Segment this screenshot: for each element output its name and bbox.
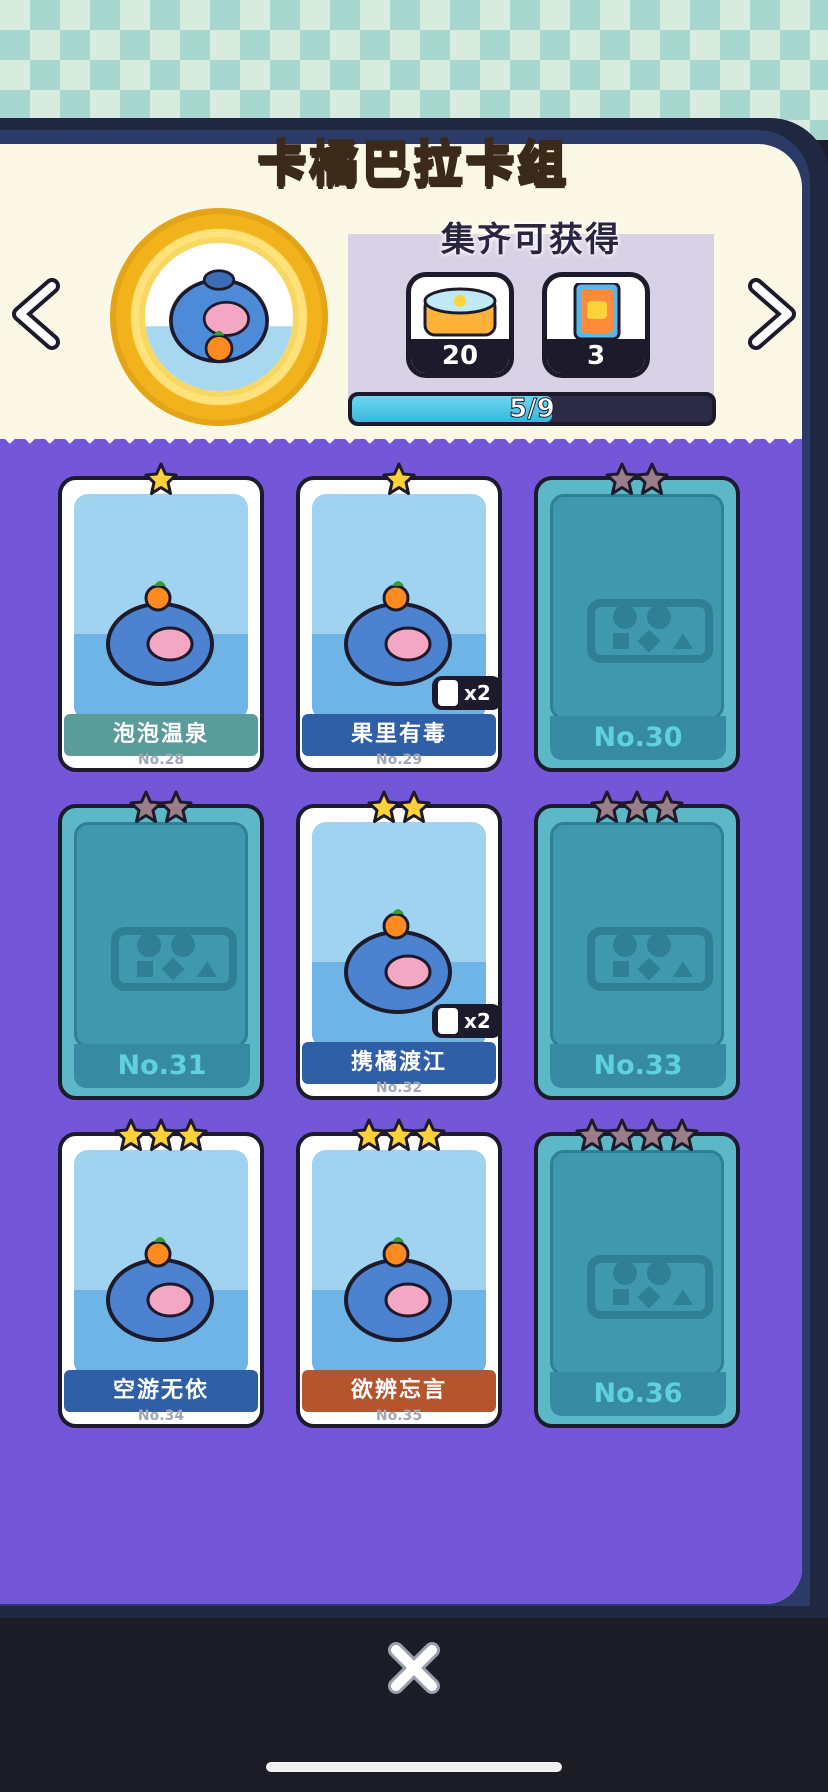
star-icon [620, 790, 654, 824]
duplicate-count: x2 [464, 1009, 491, 1033]
star-icon [412, 1118, 446, 1152]
card-stars [62, 790, 260, 828]
card-icon [438, 680, 458, 706]
locked-logo-icon [587, 599, 713, 663]
reward-chest-count: 20 [411, 339, 509, 373]
collection-progress-bar: 5/9 [348, 392, 716, 426]
star-icon [575, 1118, 609, 1152]
card-2[interactable]: 果里有毒 No.29 x2 [296, 462, 502, 772]
star-icon [665, 1118, 699, 1152]
star-icon [144, 462, 178, 496]
card-1[interactable]: 泡泡温泉 No.28 [58, 462, 264, 772]
star-icon [352, 1118, 386, 1152]
close-icon [388, 1642, 440, 1694]
card-stars [538, 1118, 736, 1156]
card-number: No.30 [550, 716, 726, 760]
locked-logo-icon [587, 927, 713, 991]
star-icon [382, 462, 416, 496]
capybara-card-art [74, 494, 248, 720]
card-stars [300, 1118, 498, 1156]
star-icon [114, 1118, 148, 1152]
card-number: No.28 [137, 752, 185, 768]
card-icon [438, 1008, 458, 1034]
star-icon [590, 790, 624, 824]
card-stars [300, 462, 498, 500]
star-icon [650, 790, 684, 824]
card-number: No.32 [375, 1080, 423, 1096]
locked-card-art [74, 822, 248, 1048]
reward-card-pack-count: 3 [547, 339, 645, 373]
set-medal [110, 208, 328, 426]
capybara-card-art [74, 1150, 248, 1376]
card-9[interactable]: No.36 [534, 1118, 740, 1428]
chevron-right-icon [748, 278, 796, 350]
card-number: No.29 [375, 752, 423, 768]
card-stars [538, 462, 736, 500]
card-5[interactable]: 携橘渡江 No.32 x2 [296, 790, 502, 1100]
card-6[interactable]: No.33 [534, 790, 740, 1100]
card-8[interactable]: 欲辨忘言 No.35 [296, 1118, 502, 1428]
close-button[interactable] [384, 1638, 444, 1698]
next-set-button[interactable] [740, 278, 800, 350]
card-name: 泡泡温泉 [64, 714, 258, 756]
card-name: 空游无依 [64, 1370, 258, 1412]
zigzag-divider [0, 424, 802, 444]
star-icon [174, 1118, 208, 1152]
duplicate-count-badge: x2 [432, 676, 502, 710]
progress-text: 5/9 [509, 394, 556, 424]
duplicate-count-badge: x2 [432, 1004, 502, 1038]
star-icon [605, 462, 639, 496]
card-stars [300, 790, 498, 828]
card-number: No.36 [550, 1372, 726, 1416]
star-icon [367, 790, 401, 824]
card-name: 携橘渡江 [302, 1042, 496, 1084]
duplicate-count: x2 [464, 681, 491, 705]
page-title: 卡橘巴拉卡组 [256, 135, 570, 194]
card-stars [62, 1118, 260, 1156]
star-icon [144, 1118, 178, 1152]
prev-set-button[interactable] [8, 278, 68, 350]
card-stars [538, 790, 736, 828]
star-icon [159, 790, 193, 824]
card-stars [62, 462, 260, 500]
locked-logo-icon [111, 927, 237, 991]
star-icon [129, 790, 163, 824]
star-icon [382, 1118, 416, 1152]
home-indicator [266, 1762, 562, 1772]
locked-card-art [550, 1150, 724, 1376]
chest-icon [423, 287, 497, 337]
locked-card-art [550, 822, 724, 1048]
card-name: 果里有毒 [302, 714, 496, 756]
card-name: 欲辨忘言 [302, 1370, 496, 1412]
card-number: No.35 [375, 1408, 423, 1424]
reward-chest[interactable]: 20 [406, 272, 514, 378]
card-pack-icon [573, 283, 621, 339]
card-3[interactable]: No.30 [534, 462, 740, 772]
reward-title: 集齐可获得 [441, 220, 621, 260]
card-number: No.34 [137, 1408, 185, 1424]
capybara-card-art [312, 1150, 486, 1376]
reward-card-pack[interactable]: 3 [542, 272, 650, 378]
card-number: No.33 [550, 1044, 726, 1088]
star-icon [635, 1118, 669, 1152]
card-4[interactable]: No.31 [58, 790, 264, 1100]
star-icon [397, 790, 431, 824]
locked-logo-icon [587, 1255, 713, 1319]
card-number: No.31 [74, 1044, 250, 1088]
chevron-left-icon [12, 278, 60, 350]
capybara-medal-icon [139, 237, 299, 397]
star-icon [635, 462, 669, 496]
star-icon [605, 1118, 639, 1152]
card-7[interactable]: 空游无依 No.34 [58, 1118, 264, 1428]
locked-card-art [550, 494, 724, 720]
